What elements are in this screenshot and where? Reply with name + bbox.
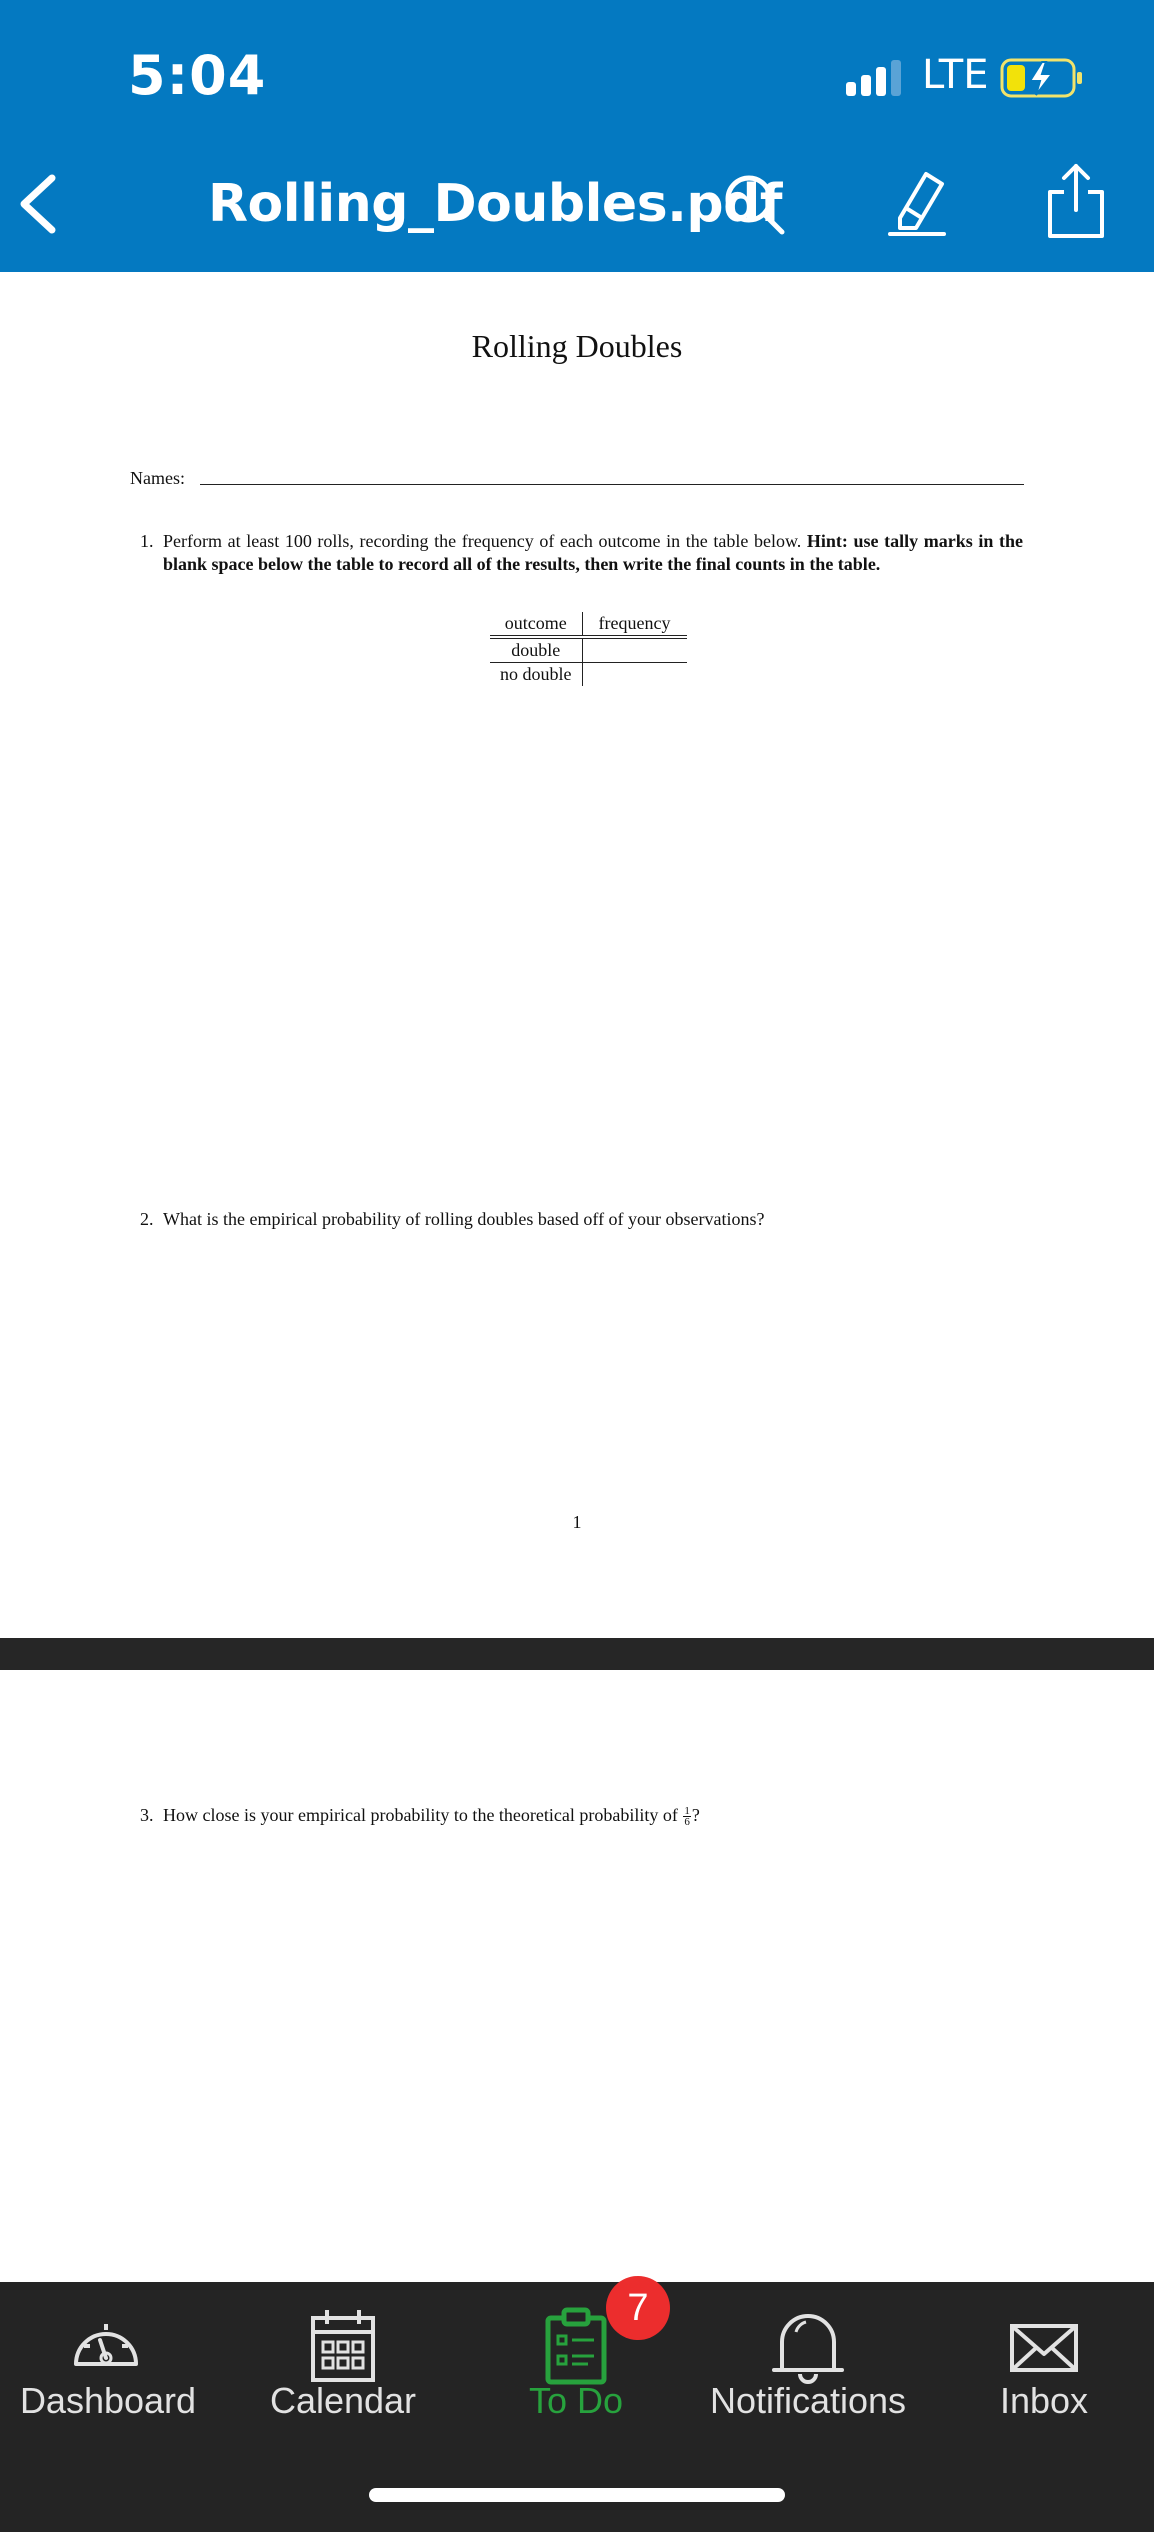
todo-icon — [545, 2307, 607, 2385]
pdf-page-1: Rolling Doubles Names: 1. Perform at lea… — [0, 272, 1154, 1638]
calendar-icon — [311, 2310, 375, 2382]
share-icon[interactable] — [1044, 162, 1108, 240]
tab-label: Dashboard — [19, 2380, 197, 2421]
question-text: What is the empirical probability of rol… — [163, 1209, 765, 1229]
frequency-table: outcome frequency double no double — [490, 612, 687, 686]
table-cell — [581, 637, 687, 663]
table-row: double — [490, 637, 687, 663]
table-cell: double — [490, 637, 582, 663]
tab-dashboard[interactable]: Dashboard — [0, 2282, 216, 2462]
back-chevron-icon[interactable] — [14, 172, 64, 236]
worksheet-title: Rolling Doubles — [471, 328, 683, 364]
page-number: 1 — [572, 1512, 582, 1532]
fraction-one-sixth: 16 — [683, 1806, 691, 1829]
question-1-body: Perform at least 100 rolls, recording th… — [163, 531, 802, 551]
tab-notifications[interactable]: Notifications — [696, 2282, 920, 2462]
names-label: Names: — [130, 468, 185, 488]
question-number: 1. — [140, 531, 154, 551]
tab-todo[interactable]: 7 To Do — [466, 2276, 686, 2462]
table-cell: no double — [500, 664, 572, 684]
names-underline — [200, 484, 1024, 485]
table-cell — [581, 662, 687, 686]
question-number: 2. — [140, 1209, 154, 1229]
tab-label: To Do — [528, 2380, 624, 2421]
question-text: How close is your empirical probability … — [163, 1804, 1023, 1829]
pdf-page-2: 3. How close is your empirical probabili… — [0, 1670, 1154, 2282]
question-number: 3. — [140, 1805, 154, 1825]
dashboard-icon — [74, 2324, 138, 2366]
tab-label: Inbox — [999, 2380, 1089, 2421]
tab-label: Notifications — [709, 2380, 907, 2421]
question-3-body: How close is your empirical probability … — [163, 1805, 678, 1825]
home-indicator[interactable] — [369, 2488, 785, 2502]
todo-count-badge: 7 — [606, 2276, 670, 2340]
page-separator — [0, 1638, 1154, 1670]
battery-charging-icon — [1000, 58, 1082, 98]
network-type: LTE — [922, 52, 989, 98]
tab-inbox[interactable]: Inbox — [966, 2282, 1122, 2462]
table-header-cell: outcome — [490, 612, 582, 639]
table-row: no double — [490, 662, 687, 686]
search-icon[interactable] — [722, 172, 786, 236]
document-title: Rolling_Doubles.pdf — [208, 174, 782, 234]
cellular-signal-icon — [846, 60, 901, 96]
status-time: 5:04 — [128, 44, 267, 107]
fraction-denominator: 6 — [684, 1816, 690, 1829]
highlighter-pen-icon[interactable] — [886, 166, 950, 238]
top-header: 5:04 LTE Rolling_Doubles.pdf — [0, 0, 1154, 272]
tab-label: Calendar — [269, 2380, 417, 2421]
bell-icon — [772, 2314, 844, 2384]
question-text: Perform at least 100 rolls, recording th… — [163, 530, 1023, 576]
envelope-icon — [1010, 2324, 1078, 2372]
table-header-cell: frequency — [581, 612, 687, 639]
tab-calendar[interactable]: Calendar — [230, 2282, 456, 2462]
question-3-suffix: ? — [691, 1805, 700, 1825]
table-header-row: outcome frequency — [490, 612, 687, 639]
